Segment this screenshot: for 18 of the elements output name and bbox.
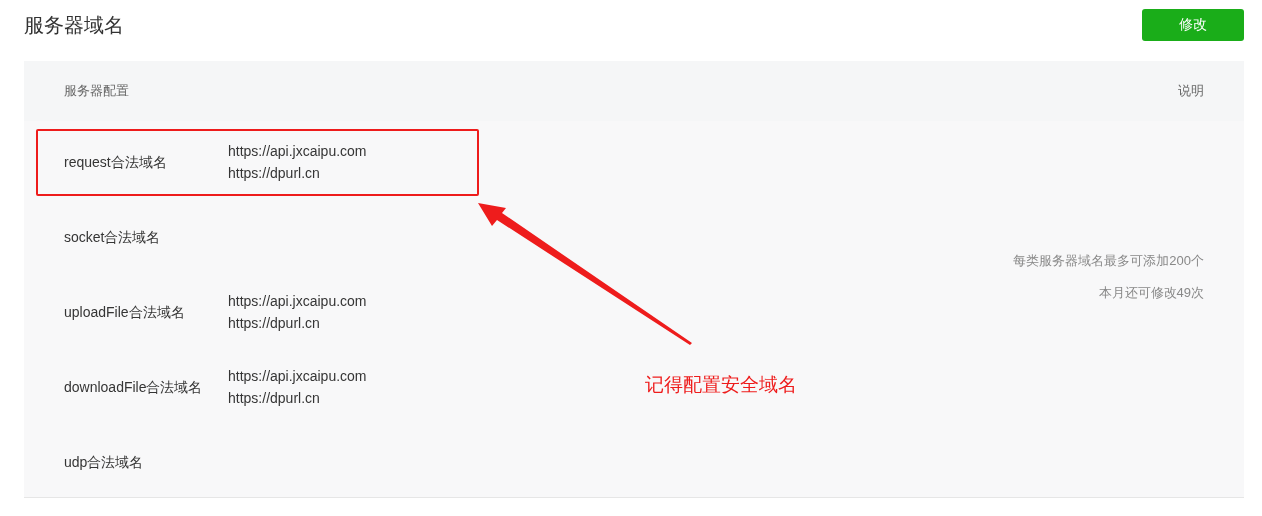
domain-type-label: udp合法域名 bbox=[64, 453, 145, 472]
column-header: 说明 bbox=[1178, 82, 1204, 100]
domain-type-label: request合法域名 bbox=[64, 153, 168, 172]
domain-type-label: socket合法域名 bbox=[64, 228, 162, 247]
domain-type-label: downloadFile合法域名 bbox=[64, 378, 204, 397]
note-text: 每类服务器域名最多可添加200个 bbox=[1013, 252, 1204, 270]
domain-url: https://api.jxcaipu.com bbox=[228, 142, 367, 161]
domain-url: https://api.jxcaipu.com bbox=[228, 292, 367, 311]
domain-url: https://dpurl.cn bbox=[228, 389, 321, 408]
note-text: 本月还可修改49次 bbox=[1098, 284, 1204, 302]
page-title: 服务器域名 bbox=[24, 12, 124, 38]
domain-type-label: uploadFile合法域名 bbox=[64, 303, 186, 322]
edit-button[interactable]: 修改 bbox=[1142, 9, 1244, 41]
domain-url: https://api.jxcaipu.com bbox=[228, 367, 367, 386]
annotation-text: 记得配置安全域名 bbox=[645, 373, 797, 397]
domain-url: https://dpurl.cn bbox=[228, 314, 321, 333]
column-header: 服务器配置 bbox=[64, 82, 129, 100]
domain-url: https://dpurl.cn bbox=[228, 164, 321, 183]
